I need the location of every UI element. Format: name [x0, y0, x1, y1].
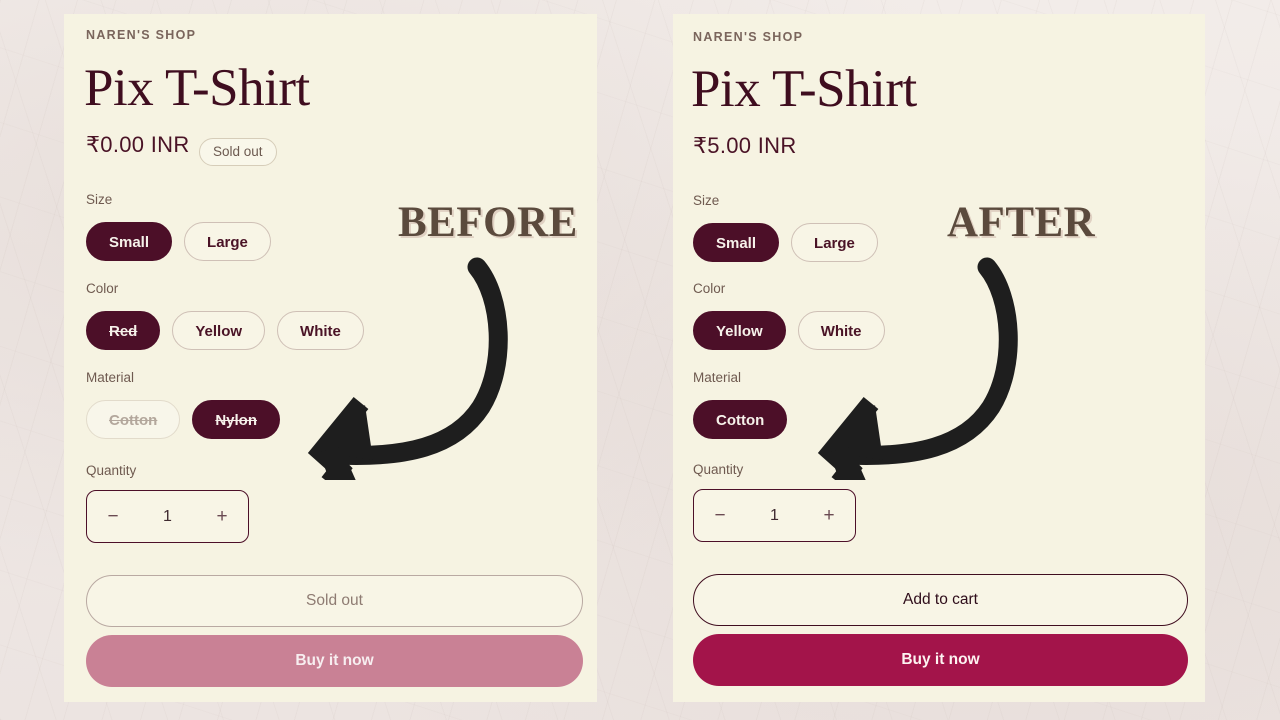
buy-it-now-button[interactable]: Buy it now	[693, 634, 1188, 686]
option-label-size: Size	[86, 192, 113, 207]
product-price: ₹0.00 INR	[86, 132, 190, 157]
option-pill-large[interactable]: Large	[184, 222, 271, 261]
quantity-stepper[interactable]: − 1 +	[693, 489, 856, 542]
caption-before: BEFORE	[398, 199, 578, 246]
option-label-material: Material	[86, 370, 135, 385]
page-title: Pix T-Shirt	[84, 59, 310, 117]
option-pill-yellow[interactable]: Yellow	[693, 311, 786, 350]
option-label-size: Size	[693, 193, 720, 208]
shop-name: NAREN'S SHOP	[86, 28, 197, 42]
add-to-cart-button[interactable]: Add to cart	[693, 574, 1188, 626]
shop-name: NAREN'S SHOP	[693, 30, 804, 44]
option-values-material: Cotton	[693, 400, 788, 439]
option-label-color: Color	[693, 281, 726, 296]
quantity-label: Quantity	[86, 463, 137, 478]
option-values-size: Small Large	[86, 222, 271, 261]
quantity-stepper[interactable]: − 1 +	[86, 490, 249, 543]
option-label-color: Color	[86, 281, 119, 296]
annotation-arrow-after	[817, 257, 1018, 480]
option-pill-nylon[interactable]: Nylon	[192, 400, 280, 439]
option-pill-small[interactable]: Small	[693, 223, 780, 262]
add-to-cart-button[interactable]: Sold out	[86, 575, 583, 627]
product-price: ₹5.00 INR	[693, 133, 797, 158]
option-label-material: Material	[693, 370, 742, 385]
option-pill-cotton[interactable]: Cotton	[86, 400, 181, 439]
quantity-decrement-button[interactable]: −	[694, 505, 746, 527]
option-pill-red[interactable]: Red	[86, 311, 161, 350]
quantity-value[interactable]: 1	[139, 508, 196, 526]
quantity-label: Quantity	[693, 462, 744, 477]
quantity-increment-button[interactable]: +	[196, 506, 248, 528]
quantity-increment-button[interactable]: +	[803, 505, 855, 527]
annotation-arrow-before	[307, 257, 508, 480]
buy-it-now-button[interactable]: Buy it now	[86, 635, 583, 687]
option-pill-small[interactable]: Small	[86, 222, 173, 261]
caption-after: AFTER	[947, 199, 1096, 246]
quantity-value[interactable]: 1	[746, 507, 803, 525]
quantity-decrement-button[interactable]: −	[87, 506, 139, 528]
option-values-material: Cotton Nylon	[86, 400, 280, 439]
status-badge: Sold out	[199, 138, 277, 166]
option-pill-yellow[interactable]: Yellow	[172, 311, 266, 350]
page-title: Pix T-Shirt	[691, 60, 917, 118]
option-pill-cotton[interactable]: Cotton	[693, 400, 788, 439]
